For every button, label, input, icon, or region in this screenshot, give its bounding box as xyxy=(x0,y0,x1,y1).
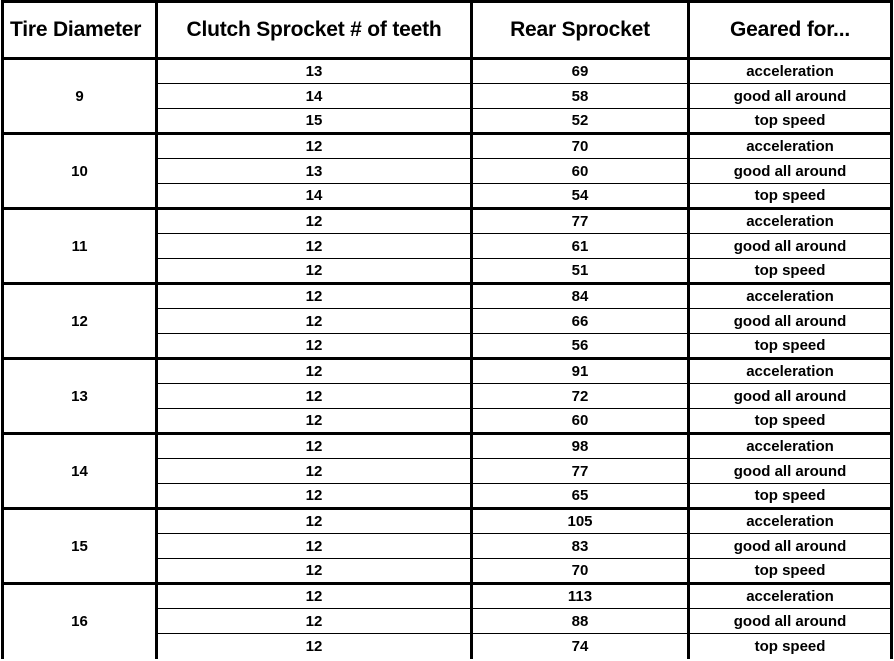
cell-geared-for: acceleration xyxy=(688,582,893,609)
cell-rear-sprocket: 52 xyxy=(471,108,690,134)
cell-clutch-sprocket: 12 xyxy=(156,333,473,359)
cell-rear-sprocket: 84 xyxy=(471,282,690,309)
cell-tire-diameter: 9 xyxy=(1,57,158,134)
cell-geared-for: acceleration xyxy=(688,207,893,234)
cell-geared-for: top speed xyxy=(688,333,893,359)
cell-geared-for: acceleration xyxy=(688,357,893,384)
cell-rear-sprocket: 74 xyxy=(471,633,690,659)
cell-tire-diameter: 15 xyxy=(1,507,158,584)
cell-rear-sprocket: 61 xyxy=(471,233,690,259)
cell-rear-sprocket: 88 xyxy=(471,608,690,634)
cell-rear-sprocket: 83 xyxy=(471,533,690,559)
cell-geared-for: top speed xyxy=(688,633,893,659)
gearing-chart-container: Tire Diameter Clutch Sprocket # of teeth… xyxy=(0,0,894,661)
table-header-row: Tire Diameter Clutch Sprocket # of teeth… xyxy=(1,0,893,60)
cell-clutch-sprocket: 14 xyxy=(156,83,473,109)
cell-clutch-sprocket: 12 xyxy=(156,458,473,484)
cell-geared-for: good all around xyxy=(688,158,893,184)
table-row: 10 12 70 acceleration xyxy=(1,132,893,209)
cell-geared-for: good all around xyxy=(688,383,893,409)
table-row: 13 12 91 acceleration xyxy=(1,357,893,434)
cell-geared-for: acceleration xyxy=(688,57,893,84)
cell-clutch-sprocket: 14 xyxy=(156,183,473,209)
cell-rear-sprocket: 91 xyxy=(471,357,690,384)
table-row: 15 12 105 acceleration xyxy=(1,507,893,584)
cell-clutch-sprocket: 12 xyxy=(156,308,473,334)
cell-rear-sprocket: 77 xyxy=(471,207,690,234)
cell-rear-sprocket: 69 xyxy=(471,57,690,84)
table-row: 12 12 84 acceleration xyxy=(1,282,893,359)
cell-rear-sprocket: 51 xyxy=(471,258,690,284)
cell-geared-for: good all around xyxy=(688,608,893,634)
cell-rear-sprocket: 98 xyxy=(471,432,690,459)
cell-geared-for: top speed xyxy=(688,558,893,584)
cell-tire-diameter: 10 xyxy=(1,132,158,209)
cell-geared-for: top speed xyxy=(688,258,893,284)
cell-geared-for: acceleration xyxy=(688,282,893,309)
cell-clutch-sprocket: 12 xyxy=(156,483,473,509)
cell-clutch-sprocket: 12 xyxy=(156,408,473,434)
cell-rear-sprocket: 77 xyxy=(471,458,690,484)
cell-clutch-sprocket: 12 xyxy=(156,633,473,659)
column-header-clutch-sprocket: Clutch Sprocket # of teeth xyxy=(156,0,473,60)
cell-geared-for: good all around xyxy=(688,458,893,484)
cell-geared-for: good all around xyxy=(688,533,893,559)
cell-geared-for: top speed xyxy=(688,108,893,134)
cell-clutch-sprocket: 12 xyxy=(156,558,473,584)
cell-geared-for: good all around xyxy=(688,233,893,259)
cell-rear-sprocket: 60 xyxy=(471,408,690,434)
cell-geared-for: good all around xyxy=(688,308,893,334)
table-body: 9 13 69 acceleration 14 58 good all around 15 52… xyxy=(1,57,893,659)
cell-clutch-sprocket: 12 xyxy=(156,383,473,409)
table-row: 16 12 113 acceleration xyxy=(1,582,893,659)
cell-rear-sprocket: 72 xyxy=(471,383,690,409)
cell-rear-sprocket: 70 xyxy=(471,558,690,584)
cell-geared-for: acceleration xyxy=(688,132,893,159)
table-row: 9 13 69 acceleration xyxy=(1,57,893,134)
cell-tire-diameter: 11 xyxy=(1,207,158,284)
cell-clutch-sprocket: 12 xyxy=(156,258,473,284)
cell-rear-sprocket: 58 xyxy=(471,83,690,109)
cell-tire-diameter: 12 xyxy=(1,282,158,359)
cell-rear-sprocket: 113 xyxy=(471,582,690,609)
cell-geared-for: top speed xyxy=(688,483,893,509)
gearing-table: Tire Diameter Clutch Sprocket # of teeth… xyxy=(1,0,893,659)
cell-clutch-sprocket: 12 xyxy=(156,507,473,534)
column-header-geared-for: Geared for... xyxy=(688,0,893,60)
cell-tire-diameter: 13 xyxy=(1,357,158,434)
cell-clutch-sprocket: 13 xyxy=(156,57,473,84)
cell-clutch-sprocket: 12 xyxy=(156,233,473,259)
cell-geared-for: top speed xyxy=(688,408,893,434)
cell-clutch-sprocket: 12 xyxy=(156,282,473,309)
cell-clutch-sprocket: 12 xyxy=(156,432,473,459)
cell-tire-diameter: 16 xyxy=(1,582,158,659)
cell-geared-for: acceleration xyxy=(688,432,893,459)
column-header-rear-sprocket: Rear Sprocket xyxy=(471,0,690,60)
cell-tire-diameter: 14 xyxy=(1,432,158,509)
table-row: 11 12 77 acceleration xyxy=(1,207,893,284)
cell-rear-sprocket: 65 xyxy=(471,483,690,509)
cell-geared-for: top speed xyxy=(688,183,893,209)
cell-clutch-sprocket: 12 xyxy=(156,207,473,234)
cell-rear-sprocket: 66 xyxy=(471,308,690,334)
cell-rear-sprocket: 105 xyxy=(471,507,690,534)
cell-clutch-sprocket: 15 xyxy=(156,108,473,134)
cell-clutch-sprocket: 12 xyxy=(156,357,473,384)
cell-rear-sprocket: 60 xyxy=(471,158,690,184)
cell-rear-sprocket: 56 xyxy=(471,333,690,359)
table-header: Tire Diameter Clutch Sprocket # of teeth… xyxy=(1,0,893,60)
cell-clutch-sprocket: 12 xyxy=(156,582,473,609)
cell-geared-for: acceleration xyxy=(688,507,893,534)
cell-clutch-sprocket: 12 xyxy=(156,608,473,634)
cell-clutch-sprocket: 12 xyxy=(156,132,473,159)
cell-geared-for: good all around xyxy=(688,83,893,109)
cell-clutch-sprocket: 13 xyxy=(156,158,473,184)
cell-clutch-sprocket: 12 xyxy=(156,533,473,559)
column-header-tire-diameter: Tire Diameter xyxy=(1,0,158,60)
cell-rear-sprocket: 54 xyxy=(471,183,690,209)
cell-rear-sprocket: 70 xyxy=(471,132,690,159)
table-row: 14 12 98 acceleration xyxy=(1,432,893,509)
